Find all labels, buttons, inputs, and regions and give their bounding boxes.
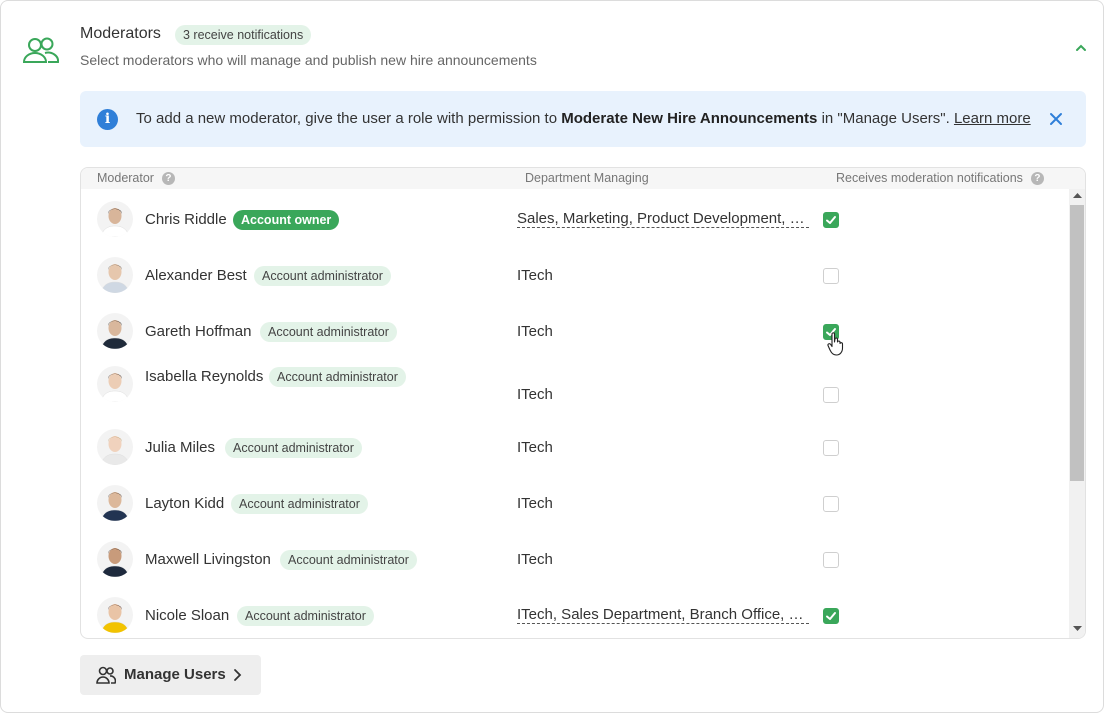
avatar (97, 485, 133, 521)
section-title: Moderators (80, 25, 161, 42)
table-row: Alexander Best Account administrator ITech (81, 246, 1069, 302)
help-icon[interactable]: ? (161, 172, 175, 186)
notification-checkbox[interactable] (823, 440, 839, 456)
banner-text-end: in "Manage Users". (817, 110, 954, 127)
scrollbar[interactable] (1069, 189, 1085, 638)
checkmark-icon (826, 612, 836, 620)
department-managing: ITech (517, 386, 553, 403)
role-badge: Account administrator (260, 322, 397, 342)
moderator-header-label: Moderator (97, 171, 154, 185)
role-badge: Account administrator (269, 367, 406, 387)
account-owner-badge: Account owner (233, 210, 340, 230)
notification-checkbox[interactable] (823, 387, 839, 403)
scroll-up-icon[interactable] (1073, 192, 1082, 198)
table-row: Gareth Hoffman Account administrator ITech (81, 302, 1069, 358)
notification-checkbox[interactable] (823, 552, 839, 568)
notification-count-badge: 3 receive notifications (175, 25, 312, 45)
table-row: Julia Miles Account administrator ITech (81, 418, 1069, 474)
scroll-down-icon[interactable] (1073, 626, 1082, 632)
avatar (97, 257, 133, 293)
department-managing: ITech (517, 267, 553, 284)
avatar (97, 313, 133, 349)
table-row: Chris Riddle Account owner Sales, Marketin… (81, 190, 1069, 246)
learn-more-link[interactable]: Learn more (954, 110, 1031, 127)
moderator-name: Julia Miles (145, 439, 216, 456)
manage-users-button[interactable]: Manage Users (80, 655, 261, 695)
department-managing: ITech (517, 495, 553, 512)
notification-checkbox[interactable] (823, 496, 839, 512)
moderators-card: Moderators 3 receive notifications Selec… (0, 0, 1104, 713)
column-header-department: Department Managing (525, 171, 649, 185)
moderator-name: Nicole Sloan (145, 607, 230, 624)
column-header-moderator: Moderator? (97, 171, 175, 186)
table-header: Moderator? Department Managing Receives … (81, 168, 1085, 189)
banner-text: To add a new moderator, give the user a … (136, 110, 562, 127)
info-icon: i (97, 109, 118, 130)
moderator-name: Isabella Reynolds (145, 368, 264, 385)
notification-checkbox[interactable] (823, 268, 839, 284)
section-subtitle: Select moderators who will manage and pu… (80, 52, 537, 68)
table-row: Isabella Reynolds Account administrator IT… (81, 358, 1069, 414)
department-managing[interactable]: ITech, Sales Department, Branch Office, … (517, 607, 809, 624)
help-icon[interactable]: ? (1030, 172, 1044, 186)
department-managing: ITech (517, 439, 553, 456)
department-managing: ITech (517, 323, 553, 340)
users-icon (23, 37, 59, 63)
avatar (97, 201, 133, 237)
chevron-up-icon[interactable] (1071, 39, 1091, 57)
users-icon (96, 666, 116, 684)
table-row: Nicole Sloan Account administrator ITech, … (81, 586, 1069, 638)
checkmark-icon (826, 216, 836, 224)
close-icon[interactable] (1048, 111, 1064, 127)
moderator-name: Gareth Hoffman (145, 323, 252, 340)
moderator-name: Chris Riddle (145, 211, 227, 228)
chevron-right-icon (234, 669, 242, 681)
notifications-header-label: Receives moderation notifications (836, 171, 1023, 185)
moderators-table: Moderator? Department Managing Receives … (80, 167, 1086, 639)
info-banner: i To add a new moderator, give the user … (80, 91, 1086, 147)
avatar (97, 597, 133, 633)
column-header-notifications: Receives moderation notifications? (836, 171, 1044, 186)
table-row: Maxwell Livingston Account administrator I… (81, 530, 1069, 586)
scrollbar-thumb[interactable] (1070, 205, 1084, 481)
role-badge: Account administrator (231, 494, 368, 514)
moderator-name: Alexander Best (145, 267, 247, 284)
banner-permission-name: Moderate New Hire Announcements (561, 110, 818, 127)
notification-checkbox[interactable] (823, 608, 839, 624)
table-row: Layton Kidd Account administrator ITech (81, 474, 1069, 530)
banner-message: To add a new moderator, give the user a … (136, 110, 1031, 127)
department-managing[interactable]: Sales, Marketing, Product Development, S… (517, 211, 809, 228)
avatar (97, 429, 133, 465)
moderator-name: Layton Kidd (145, 495, 225, 512)
manage-users-label: Manage Users (124, 666, 226, 683)
avatar (97, 541, 133, 577)
role-badge: Account administrator (237, 606, 374, 626)
department-managing: ITech (517, 551, 553, 568)
role-badge: Account administrator (280, 550, 417, 570)
role-badge: Account administrator (225, 438, 362, 458)
role-badge: Account administrator (254, 266, 391, 286)
moderator-name: Maxwell Livingston (145, 551, 271, 568)
avatar (97, 366, 133, 402)
hand-cursor-icon (827, 332, 844, 356)
notification-checkbox[interactable] (823, 212, 839, 228)
